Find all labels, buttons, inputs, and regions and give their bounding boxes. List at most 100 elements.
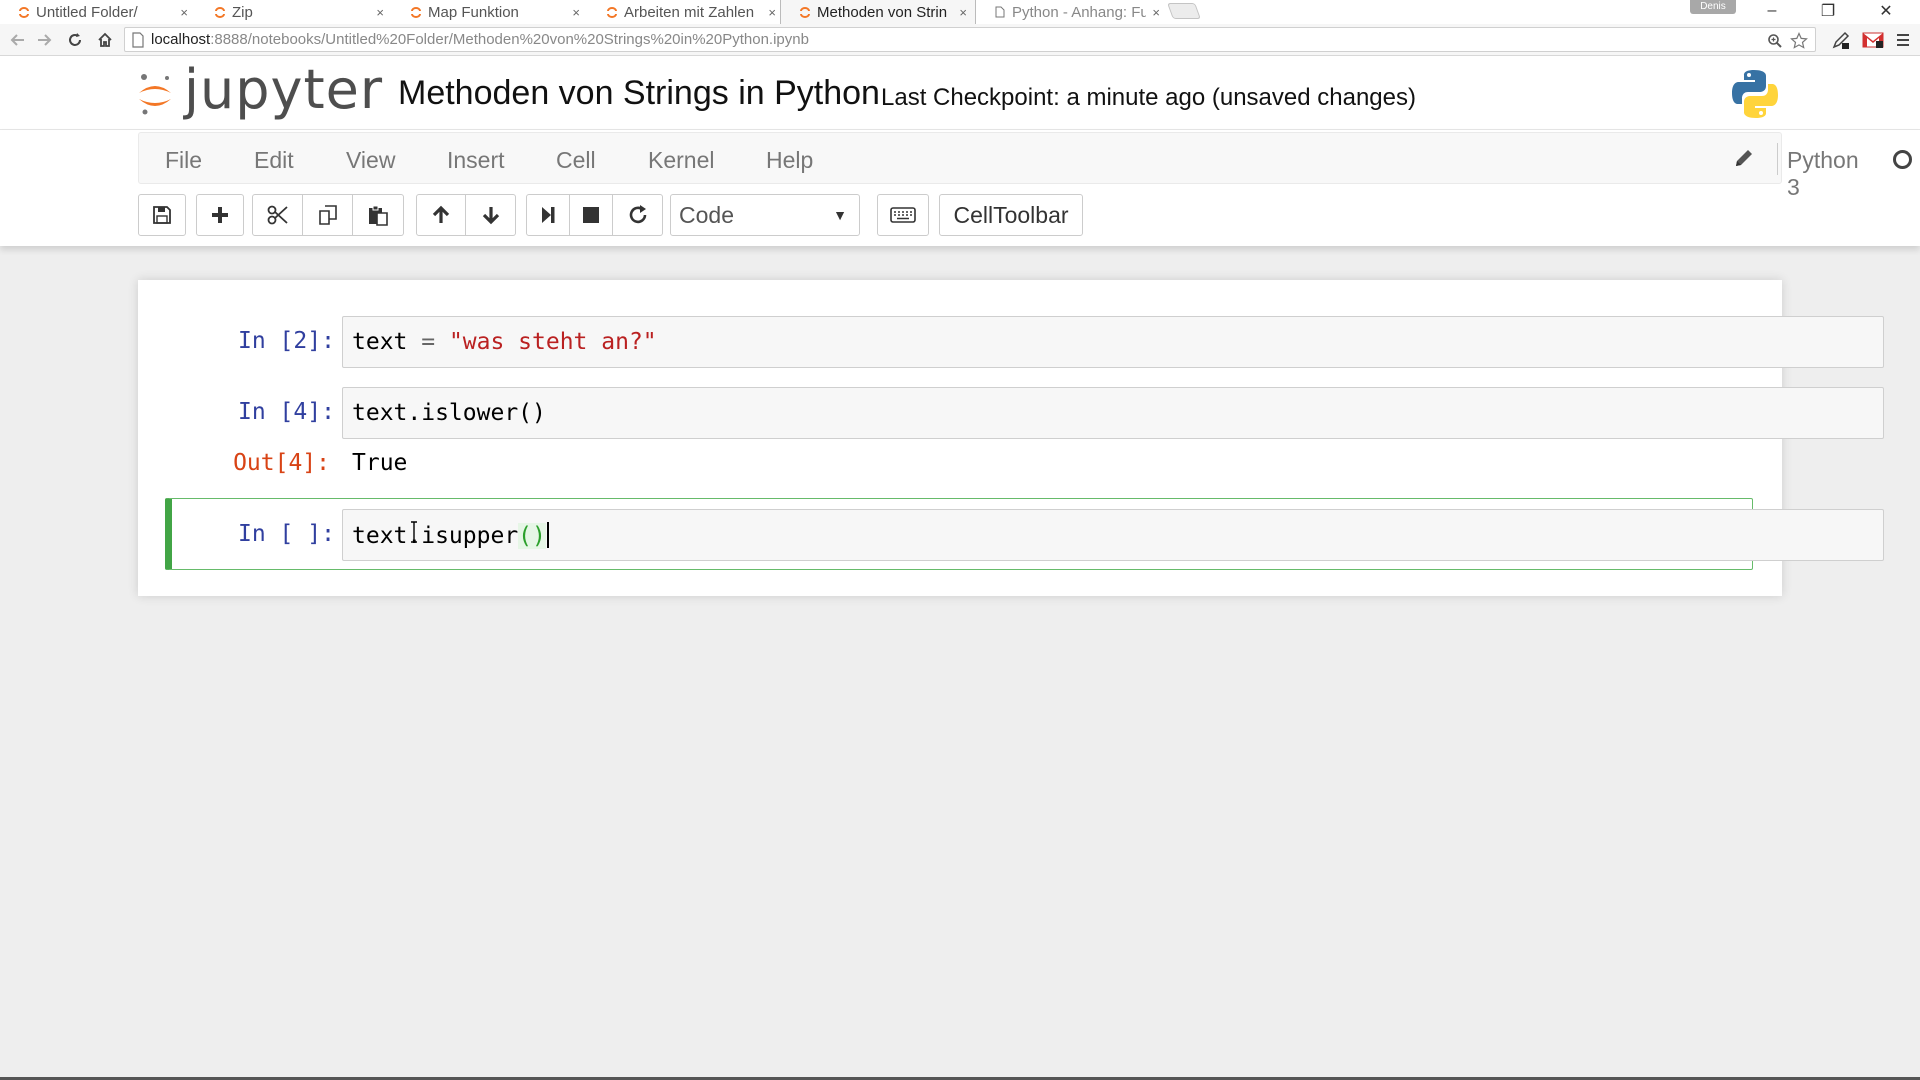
- tab-label: Zip: [232, 3, 253, 21]
- bookmark-star-icon[interactable]: [1787, 28, 1811, 53]
- extension-pen-icon[interactable]: [1830, 29, 1852, 51]
- url-text: localhost:8888/notebooks/Untitled%20Fold…: [151, 31, 809, 48]
- home-icon[interactable]: [92, 28, 118, 52]
- back-arrow-icon[interactable]: [4, 28, 30, 52]
- save-button[interactable]: [138, 194, 186, 236]
- browser-menu-icon[interactable]: [1892, 29, 1914, 51]
- input-prompt: In [4]:: [238, 399, 335, 425]
- paste-icon: [369, 205, 388, 226]
- insert-cell-button[interactable]: [196, 194, 244, 236]
- browser-tab-python-anhang[interactable]: Python - Anhang: Fu ×: [976, 0, 1168, 24]
- gmail-extension-icon[interactable]: [1862, 29, 1884, 51]
- tab-close-icon[interactable]: ×: [959, 5, 967, 20]
- code-token-op: =: [407, 329, 449, 355]
- restart-kernel-button[interactable]: [613, 194, 663, 236]
- output-prompt: Out[4]:: [233, 450, 330, 476]
- paste-button[interactable]: [353, 194, 404, 236]
- move-cell-down-button[interactable]: [466, 194, 516, 236]
- cell-type-value: Code: [679, 201, 734, 228]
- chevron-down-icon: ▼: [833, 207, 847, 223]
- tab-close-icon[interactable]: ×: [376, 5, 384, 20]
- code-text: text.islower(): [352, 400, 546, 426]
- checkpoint-status: Last Checkpoint: a minute ago (unsaved c…: [881, 84, 1416, 111]
- arrow-down-icon: [482, 207, 499, 225]
- browser-tab-arbeiten-mit-zahlen[interactable]: Arbeiten mit Zahlen ×: [588, 0, 784, 24]
- menu-help[interactable]: Help: [766, 147, 813, 174]
- browser-tab-zip[interactable]: Zip ×: [196, 0, 392, 24]
- notebook-container: In [2]: text = "was steht an?" In [4]: t…: [138, 280, 1884, 596]
- tab-close-icon[interactable]: ×: [768, 5, 776, 20]
- window-minimize-button[interactable]: –: [1744, 0, 1800, 22]
- menu-bar: File Edit View Insert Cell Kernel Help P…: [138, 132, 1912, 200]
- kernel-name[interactable]: Python 3: [1787, 147, 1859, 201]
- python-logo-icon: [1732, 70, 1778, 118]
- floppy-disk-icon: [153, 206, 171, 224]
- jupyter-logo-icon: [139, 74, 171, 115]
- move-cell-up-button[interactable]: [416, 194, 466, 236]
- menu-cell[interactable]: Cell: [556, 147, 596, 174]
- menubar-container: File Edit View Insert Cell Kernel Help P…: [0, 130, 1920, 246]
- edit-mode-pencil-icon: [1736, 150, 1752, 166]
- input-prompt: In [2]:: [238, 328, 335, 354]
- url-path: :8888/notebooks/Untitled%20Folder/Method…: [210, 31, 809, 48]
- jupyter-logo[interactable]: jupyter: [136, 58, 384, 124]
- refresh-icon: [629, 205, 646, 224]
- command-palette-button[interactable]: [877, 194, 929, 236]
- interrupt-kernel-button[interactable]: [570, 194, 613, 236]
- reload-icon[interactable]: [62, 28, 88, 52]
- tab-label: Map Funktion: [428, 3, 519, 21]
- tab-label: Arbeiten mit Zahlen: [624, 3, 755, 21]
- run-cell-button[interactable]: [526, 194, 570, 236]
- jupyter-favicon-icon: [607, 7, 617, 18]
- cell-output: True: [352, 450, 408, 476]
- tab-close-icon[interactable]: ×: [180, 5, 188, 20]
- url-field[interactable]: localhost:8888/notebooks/Untitled%20Fold…: [124, 27, 1816, 52]
- code-token-string: "was steht an?": [448, 329, 657, 355]
- copy-button[interactable]: [303, 194, 353, 236]
- plus-icon: [212, 207, 228, 223]
- browser-tab-map-funktion[interactable]: Map Funktion ×: [392, 0, 588, 24]
- code-cell-input[interactable]: text.islower(): [342, 387, 1884, 439]
- tab-label: Python - Anhang: Fu: [1012, 3, 1147, 21]
- browser-tab-strip: Untitled Folder/ × Zip × Map Funktion × …: [0, 0, 1920, 24]
- mouse-ibeam-cursor-icon: [411, 521, 417, 543]
- window-close-button[interactable]: ✕: [1858, 0, 1914, 22]
- browser-address-bar: localhost:8888/notebooks/Untitled%20Fold…: [0, 24, 1920, 56]
- url-host: localhost: [151, 31, 211, 48]
- menu-insert[interactable]: Insert: [447, 147, 505, 174]
- page-icon: [132, 31, 144, 48]
- tab-close-icon[interactable]: ×: [1152, 5, 1160, 20]
- menu-view[interactable]: View: [346, 147, 395, 174]
- profile-badge[interactable]: Denis: [1690, 0, 1736, 14]
- copy-icon: [318, 205, 337, 225]
- notebook-title[interactable]: Methoden von Strings in Python: [398, 74, 880, 113]
- code-cell-input[interactable]: text = "was steht an?": [342, 316, 1884, 368]
- jupyter-header: jupyter Methoden von Strings in Python L…: [0, 56, 1920, 130]
- window-restore-button[interactable]: ❐: [1800, 0, 1856, 22]
- browser-tab-methoden-von-strings[interactable]: Methoden von Strin ×: [780, 0, 976, 24]
- document-favicon-icon: [995, 6, 1005, 18]
- cut-button[interactable]: [252, 194, 303, 236]
- forward-arrow-icon[interactable]: [32, 28, 58, 52]
- code-text: text.isupper(): [352, 522, 549, 549]
- code-token-var: text: [352, 329, 408, 355]
- new-tab-button[interactable]: [1167, 3, 1201, 19]
- tab-close-icon[interactable]: ×: [572, 5, 580, 20]
- step-forward-icon: [542, 207, 555, 223]
- code-text: text = "was steht an?": [352, 329, 657, 355]
- jupyter-logo-text: jupyter: [184, 58, 384, 121]
- browser-tab-untitled-folder[interactable]: Untitled Folder/ ×: [0, 0, 196, 24]
- celltoolbar-button[interactable]: CellToolbar: [939, 194, 1083, 236]
- input-prompt: In [ ]:: [238, 521, 335, 547]
- zoom-icon[interactable]: [1763, 28, 1787, 53]
- cell-type-select[interactable]: Code ▼: [670, 194, 860, 236]
- menu-kernel[interactable]: Kernel: [648, 147, 714, 174]
- jupyter-favicon-icon: [411, 7, 421, 18]
- keyboard-icon: [890, 207, 916, 223]
- code-cell-input-active[interactable]: text.isupper(): [342, 509, 1884, 561]
- kernel-separator: [1777, 143, 1778, 175]
- text-cursor: [546, 522, 549, 548]
- jupyter-favicon-icon: [800, 7, 810, 18]
- menu-file[interactable]: File: [165, 147, 202, 174]
- menu-edit[interactable]: Edit: [254, 147, 294, 174]
